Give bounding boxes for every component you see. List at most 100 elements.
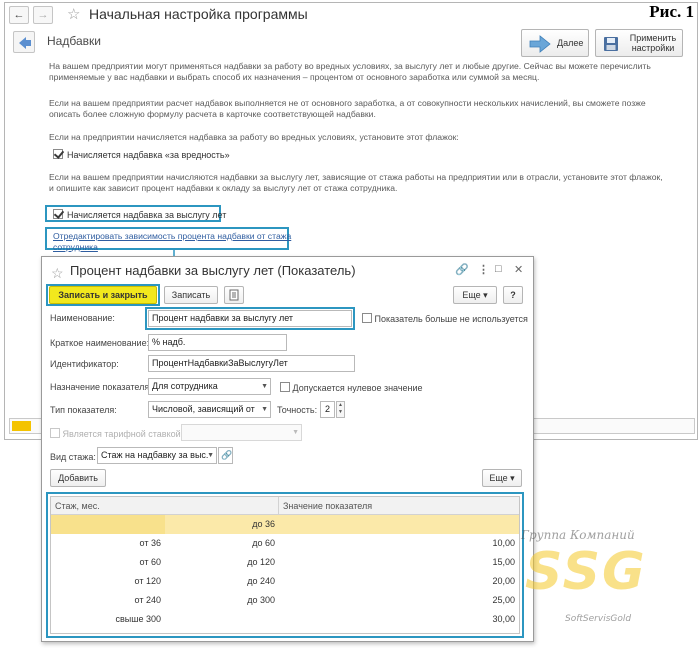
harm-allowance-checkbox[interactable]: Начисляется надбавка «за вредность» (53, 149, 230, 160)
precision-label: Точность: (277, 405, 318, 415)
chevron-down-icon: ▾ (483, 290, 488, 300)
type-value: Числовой, зависящий от (152, 404, 255, 414)
dialog-title: Процент надбавки за выслугу лет (Показат… (70, 263, 356, 278)
link-icon[interactable]: 🔗 (455, 263, 469, 276)
cell-value[interactable]: 25,00 (279, 591, 519, 610)
checkbox-unchecked-icon[interactable] (362, 313, 372, 323)
cell-from[interactable] (51, 515, 165, 534)
report-button[interactable] (224, 286, 244, 304)
left-arrow-icon (19, 37, 31, 49)
table-row[interactable]: свыше 300 30,00 (51, 610, 519, 629)
tariff-select: ▼ (181, 424, 302, 441)
cell-to[interactable]: до 300 (165, 591, 279, 610)
purpose-select[interactable]: Для сотрудника ▼ (148, 378, 271, 395)
next-button[interactable]: Далее (521, 29, 589, 57)
cell-to[interactable]: до 60 (165, 534, 279, 553)
right-arrow-icon (529, 35, 551, 53)
precision-stepper[interactable]: ▲ ▼ (336, 401, 345, 418)
more-button[interactable]: Еще ▾ (453, 286, 497, 304)
intro-paragraph-3: Если на предприятии начисляется надбавка… (49, 132, 459, 142)
close-icon[interactable]: ✕ (514, 263, 523, 276)
checkbox-checked-icon[interactable] (53, 209, 63, 219)
column-header-stazh[interactable]: Стаж, мес. (51, 497, 279, 515)
seniority-allowance-checkbox[interactable]: Начисляется надбавка за выслугу лет (53, 209, 226, 220)
type-label: Тип показателя: (50, 405, 117, 415)
apply-settings-button[interactable]: Применить настройки (595, 29, 683, 57)
identifier-label: Идентификатор: (50, 359, 119, 369)
cell-from[interactable]: от 36 (51, 534, 165, 553)
table-row[interactable]: от 120 до 240 20,00 (51, 572, 519, 591)
save-and-close-button[interactable]: Записать и закрыть (49, 286, 157, 304)
seniority-allowance-label: Начисляется надбавка за выслугу лет (67, 210, 227, 220)
add-button[interactable]: Добавить (50, 469, 106, 487)
chevron-down-icon[interactable]: ▼ (261, 379, 268, 394)
save-button[interactable]: Записать (164, 286, 218, 304)
chevron-down-icon: ▼ (292, 429, 299, 436)
cell-value[interactable]: 30,00 (279, 610, 519, 629)
cell-from[interactable]: свыше 300 (51, 610, 165, 629)
cell-value[interactable]: 15,00 (279, 553, 519, 572)
table-row[interactable]: до 36 (51, 515, 519, 534)
intro-paragraph-4: Если на вашем предприятии начисляются на… (49, 172, 663, 193)
type-select[interactable]: Числовой, зависящий от ▼ (148, 401, 271, 418)
back-button[interactable] (13, 31, 35, 53)
checkbox-unchecked-icon (50, 428, 60, 438)
cell-from[interactable]: от 60 (51, 553, 165, 572)
short-name-label: Краткое наименование: (50, 338, 150, 348)
progress-fill (12, 421, 31, 431)
cell-value[interactable]: 10,00 (279, 534, 519, 553)
cell-to[interactable]: до 240 (165, 572, 279, 591)
section-title: Надбавки (47, 34, 101, 48)
tariff-checkbox: Является тарифной ставкой (50, 428, 181, 439)
allow-zero-label: Допускается нулевое значение (292, 383, 423, 393)
open-link-icon[interactable]: 🔗 (218, 447, 233, 464)
cell-value[interactable] (279, 515, 519, 534)
stazh-select[interactable]: Стаж на надбавку за выс. ▼ (97, 447, 217, 464)
short-name-input[interactable]: % надб. (148, 334, 287, 351)
table-row[interactable]: от 240 до 300 25,00 (51, 591, 519, 610)
star-icon[interactable]: ☆ (67, 5, 80, 23)
identifier-input[interactable]: ПроцентНадбавкиЗаВыслугуЛет (148, 355, 355, 372)
more-vertical-icon[interactable]: ⋮ (478, 263, 489, 276)
precision-input[interactable]: 2 (320, 401, 335, 418)
name-label: Наименование: (50, 313, 115, 323)
table-row[interactable]: от 36 до 60 10,00 (51, 534, 519, 553)
checkbox-unchecked-icon[interactable] (280, 382, 290, 392)
cell-from[interactable]: от 120 (51, 572, 165, 591)
watermark-top-text: Группа Компаний (521, 528, 635, 542)
edit-dependency-link[interactable]: Отредактировать зависимость процента над… (53, 231, 293, 252)
chevron-down-icon[interactable]: ▼ (207, 448, 214, 463)
maximize-icon[interactable]: □ (495, 263, 502, 275)
apply-label: Применить настройки (629, 33, 677, 53)
title-bar: ← → ☆ Начальная настройка программы (5, 3, 697, 27)
chevron-down-icon[interactable]: ▼ (261, 402, 268, 417)
cell-value[interactable]: 20,00 (279, 572, 519, 591)
cell-to[interactable]: до 120 (165, 553, 279, 572)
document-icon (229, 289, 239, 301)
checkbox-checked-icon[interactable] (53, 149, 63, 159)
star-icon[interactable]: ☆ (51, 265, 64, 282)
help-button[interactable]: ? (503, 286, 523, 304)
more-label: Еще (462, 290, 481, 300)
table-row[interactable]: от 60 до 120 15,00 (51, 553, 519, 572)
cell-to[interactable] (165, 610, 279, 629)
intro-paragraph-1: На вашем предприятии могут применяться н… (49, 61, 651, 82)
purpose-label: Назначение показателя: (50, 382, 152, 392)
column-header-value[interactable]: Значение показателя (279, 497, 519, 515)
watermark-bottom-text: SoftServisGold (565, 614, 632, 624)
name-input[interactable]: Процент надбавки за выслугу лет (148, 310, 352, 327)
table-more-button[interactable]: Еще ▾ (482, 469, 522, 487)
unused-checkbox[interactable]: Показатель больше не используется (362, 313, 528, 324)
intro-paragraph-2: Если на вашем предприятии расчет надбаво… (49, 98, 646, 119)
window-title: Начальная настройка программы (89, 6, 308, 22)
allow-zero-checkbox[interactable]: Допускается нулевое значение (280, 382, 423, 393)
save-icon (604, 37, 618, 51)
next-label: Далее (557, 38, 584, 48)
cell-from[interactable]: от 240 (51, 591, 165, 610)
figure-label: Рис. 1 (649, 2, 694, 21)
tariff-label: Является тарифной ставкой (62, 429, 181, 439)
unused-label: Показатель больше не используется (374, 314, 528, 324)
cell-to[interactable]: до 36 (165, 515, 279, 534)
back-arrow-icon[interactable]: ← (9, 6, 29, 24)
forward-arrow-icon[interactable]: → (33, 6, 53, 24)
